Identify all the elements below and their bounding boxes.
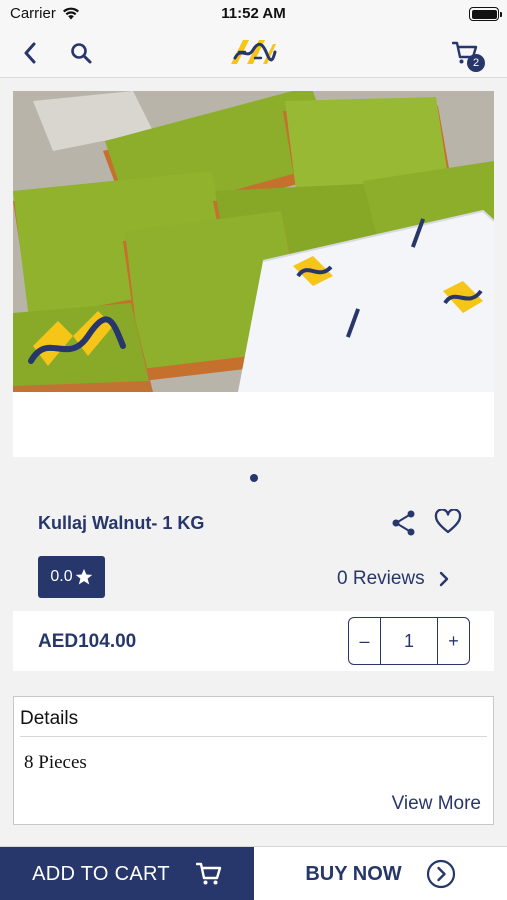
add-to-cart-label: ADD TO CART [32, 862, 170, 885]
status-time: 11:52 AM [221, 5, 286, 22]
reviews-link[interactable]: 0 Reviews [337, 568, 449, 590]
cart-count-badge: 2 [467, 54, 485, 72]
price-row: AED104.00 – 1 + [13, 611, 494, 671]
share-button[interactable] [391, 509, 417, 542]
quantity-stepper: – 1 + [348, 617, 470, 665]
buy-now-button[interactable]: BUY NOW [254, 847, 507, 900]
gallery-page-indicator[interactable] [250, 474, 258, 482]
heart-icon [434, 508, 462, 534]
product-photo [13, 91, 494, 392]
search-icon [71, 43, 92, 64]
add-to-cart-button[interactable]: ADD TO CART [0, 847, 254, 900]
view-more-link[interactable]: View More [392, 793, 481, 815]
details-divider [20, 736, 487, 737]
quantity-decrease-button[interactable]: – [349, 618, 380, 664]
quantity-value[interactable]: 1 [380, 618, 438, 664]
chevron-left-icon [24, 42, 36, 64]
buy-now-label: BUY NOW [305, 862, 402, 885]
rating-badge: 0.0 [38, 556, 105, 598]
product-title-row: Kullaj Walnut- 1 KG [38, 505, 468, 541]
chevron-right-icon [439, 571, 448, 587]
navigation-bar: 2 [0, 28, 507, 78]
quantity-increase-button[interactable]: + [438, 618, 469, 664]
rating-value: 0.0 [50, 568, 73, 585]
product-title: Kullaj Walnut- 1 KG [38, 513, 205, 533]
details-card: Details 8 Pieces View More [13, 696, 494, 825]
share-icon [392, 510, 415, 536]
status-bar: Carrier 11:52 AM [0, 0, 507, 28]
battery-icon [469, 7, 502, 21]
back-button[interactable] [15, 38, 45, 68]
product-price: AED104.00 [38, 631, 137, 652]
details-heading: Details [20, 708, 79, 729]
search-button[interactable] [66, 38, 96, 68]
chevron-circle-right-icon [426, 859, 455, 889]
bottom-action-bar: ADD TO CART BUY NOW [0, 846, 507, 900]
star-icon [75, 568, 92, 585]
details-body: 8 Pieces [24, 752, 87, 773]
reviews-count-label: 0 Reviews [337, 568, 425, 589]
wishlist-button[interactable] [434, 508, 462, 540]
brand-logo[interactable] [229, 38, 277, 66]
product-image-gallery[interactable] [13, 91, 494, 457]
cart-icon [195, 862, 222, 885]
